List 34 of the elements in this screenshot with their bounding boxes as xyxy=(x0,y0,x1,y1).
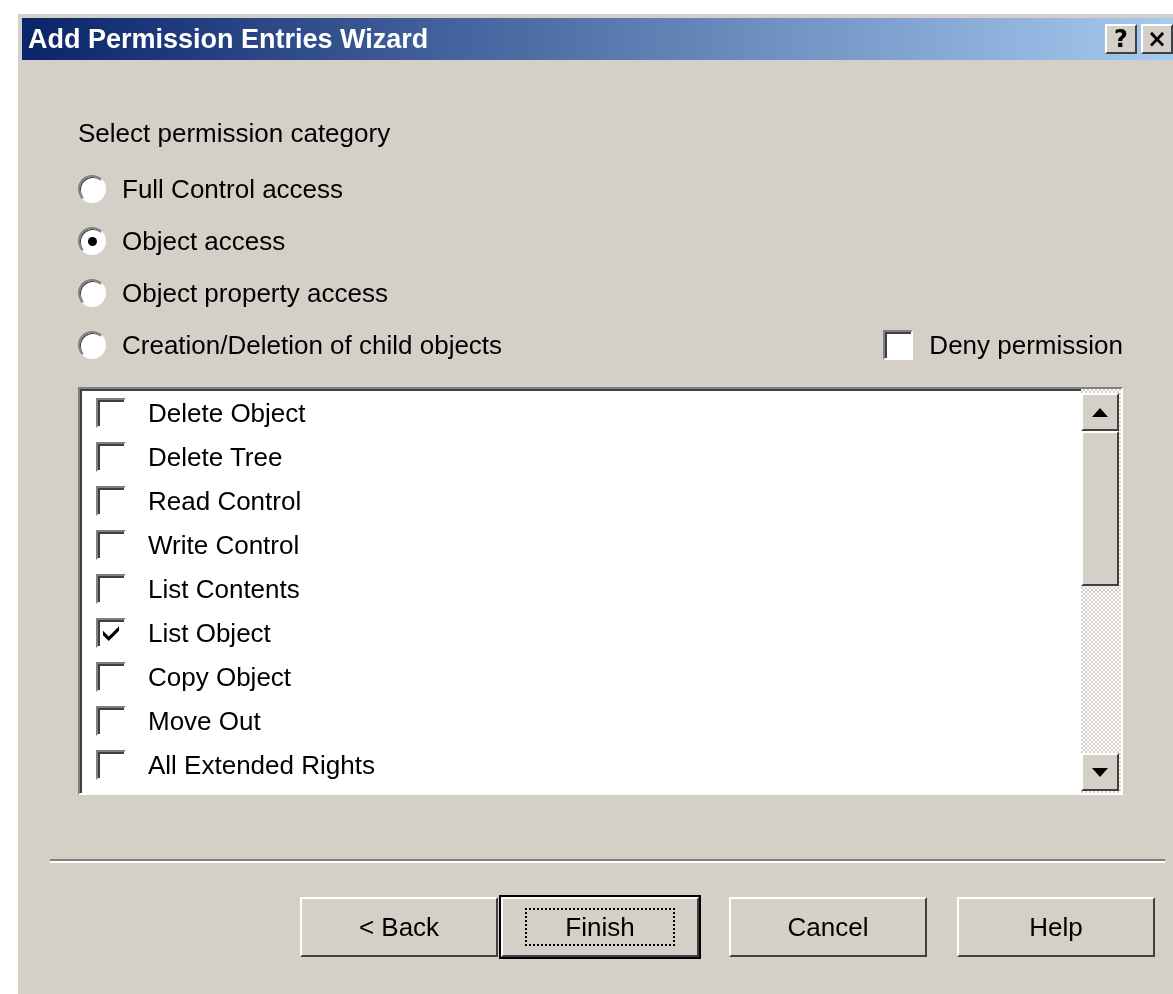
list-item-label[interactable]: Move Out xyxy=(148,705,261,737)
checkbox-label[interactable]: Deny permission xyxy=(929,329,1123,361)
list-item-label[interactable]: Copy Object xyxy=(148,661,292,693)
scroll-down-button[interactable] xyxy=(1081,753,1119,791)
category-label: Select permission category xyxy=(78,118,392,149)
dialog-button[interactable]: Help xyxy=(957,897,1155,957)
dialog-button[interactable]: Finish xyxy=(501,897,699,957)
list-item-label[interactable]: Write Control xyxy=(148,529,300,561)
list-item-label[interactable]: List Object xyxy=(148,617,271,649)
list-item-label[interactable]: Delete Tree xyxy=(148,441,283,473)
radio-label[interactable]: Full Control access xyxy=(122,173,344,205)
list-item-label[interactable]: Delete Object xyxy=(148,397,306,429)
radio-label[interactable]: Object access xyxy=(122,225,286,257)
list-item-label[interactable]: All Extended Rights xyxy=(148,749,375,781)
scroll-up-button[interactable] xyxy=(1081,393,1119,431)
down-arrow-icon xyxy=(1092,767,1108,777)
check-mark-icon xyxy=(102,625,120,641)
radio-label[interactable]: Creation/Deletion of child objects xyxy=(122,329,503,361)
window-title: Add Permission Entries Wizard xyxy=(28,23,429,55)
radio-button[interactable] xyxy=(78,279,106,307)
radio-button[interactable] xyxy=(78,331,106,359)
dialog-button[interactable]: Cancel xyxy=(729,897,927,957)
checkbox[interactable] xyxy=(883,330,914,360)
dialog-button[interactable]: < Back xyxy=(300,897,498,957)
scrollbar[interactable] xyxy=(1081,389,1121,793)
scroll-thumb[interactable] xyxy=(1081,431,1119,586)
list-item-label[interactable]: Read Control xyxy=(148,485,302,517)
close-button[interactable]: × xyxy=(1141,24,1173,54)
radio-label[interactable]: Object property access xyxy=(122,277,388,309)
radio-button[interactable] xyxy=(78,227,106,255)
radio-button[interactable] xyxy=(78,175,106,203)
help-button[interactable]: ? xyxy=(1105,24,1137,54)
up-arrow-icon xyxy=(1092,407,1108,417)
list-item-label[interactable]: List Contents xyxy=(148,573,300,605)
